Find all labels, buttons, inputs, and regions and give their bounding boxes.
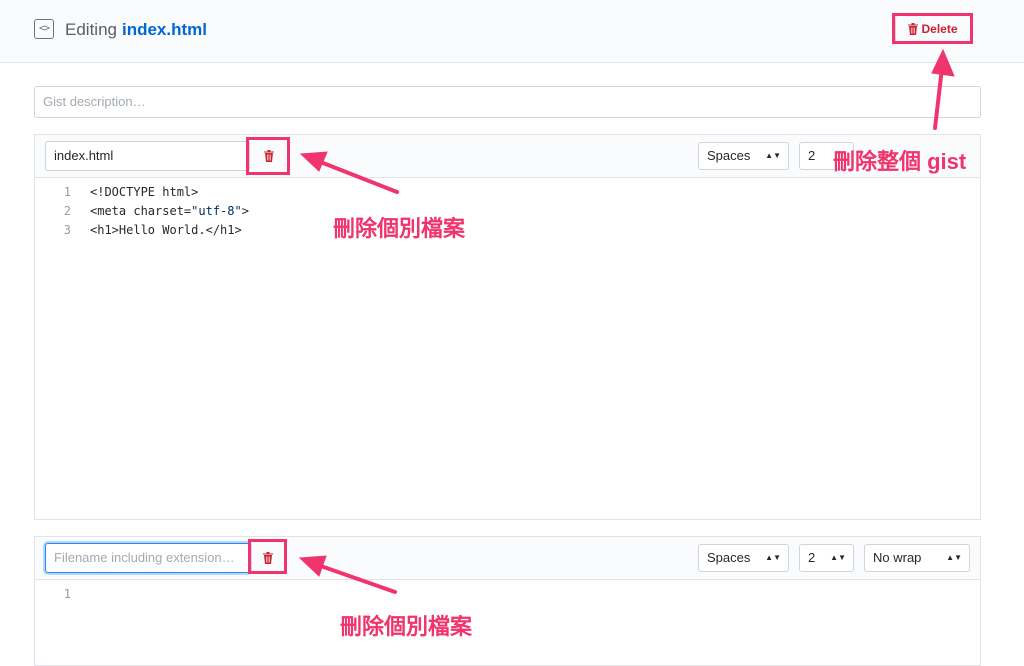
arrowhead [299, 151, 328, 172]
arrowhead [931, 48, 955, 77]
arrow-delete-gist [933, 66, 944, 130]
annotation-delete-gist: 刪除整個 gist [833, 149, 967, 174]
arrowhead [298, 555, 327, 577]
annotation-arrows [298, 48, 955, 594]
annotation-delete-file-1: 刪除個別檔案 [333, 216, 466, 241]
arrow-remove-file-2 [316, 563, 397, 594]
arrow-remove-file-1 [316, 159, 399, 194]
annotation-delete-file-2: 刪除個別檔案 [340, 614, 473, 639]
